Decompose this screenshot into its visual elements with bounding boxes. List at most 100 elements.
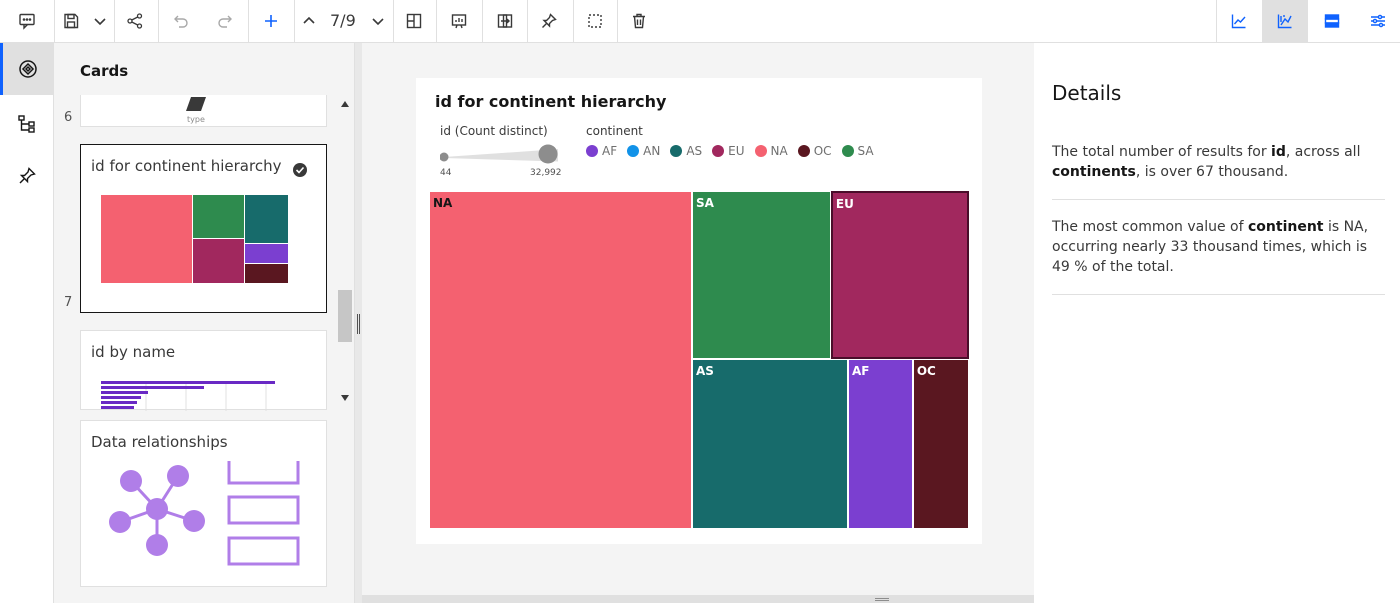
canvas-bottom-bar[interactable] bbox=[362, 595, 1034, 603]
data-table-icon[interactable] bbox=[1309, 0, 1355, 42]
insight-field: continent bbox=[1248, 219, 1324, 235]
legend-item-eu[interactable]: EU bbox=[712, 144, 745, 158]
treemap-tile-oc[interactable]: OC bbox=[912, 358, 969, 529]
visualization-title: id for continent hierarchy bbox=[435, 92, 667, 111]
legend-item-an[interactable]: AN bbox=[627, 144, 660, 158]
card-title: Data relationships bbox=[91, 433, 228, 451]
cards-scrollbar[interactable] bbox=[338, 97, 352, 407]
treemap-tile-label: EU bbox=[835, 197, 854, 211]
treemap-tile-label: OC bbox=[916, 363, 936, 378]
insight-text: The total number of results for bbox=[1052, 144, 1272, 160]
share-icon[interactable] bbox=[120, 0, 150, 42]
layout-icon[interactable] bbox=[400, 0, 428, 42]
details-divider bbox=[1052, 294, 1385, 295]
toolbar: 7/9 bbox=[0, 0, 1400, 43]
legend-dot bbox=[586, 145, 598, 157]
legend-dot bbox=[712, 145, 725, 157]
comment-icon[interactable] bbox=[14, 0, 40, 42]
bottom-grip-icon[interactable] bbox=[875, 598, 889, 601]
redo-icon[interactable] bbox=[212, 0, 238, 42]
presentation-chart-icon[interactable] bbox=[444, 0, 474, 42]
insight-total: The total number of results for id, acro… bbox=[1052, 142, 1385, 182]
card-type[interactable]: type bbox=[80, 95, 327, 127]
undo-icon[interactable] bbox=[168, 0, 194, 42]
card-id-by-name[interactable]: id by name bbox=[80, 330, 327, 411]
save-icon[interactable] bbox=[58, 0, 84, 42]
legend-item-oc[interactable]: OC bbox=[797, 144, 832, 158]
card-page-indicator: 7/9 bbox=[330, 11, 356, 30]
insight-field: id bbox=[1271, 144, 1286, 160]
size-legend-min: 44 bbox=[440, 168, 452, 178]
treemap-chart: NA SA EU AS AF OC bbox=[429, 191, 969, 529]
legend-label: SA bbox=[857, 144, 874, 158]
size-legend-scale bbox=[440, 144, 558, 164]
treemap-tile-na[interactable]: NA bbox=[429, 191, 692, 529]
card-continent-hierarchy[interactable]: id for continent hierarchy bbox=[80, 144, 327, 313]
card-data-relationships[interactable]: Data relationships bbox=[80, 420, 327, 587]
treemap-tile-sa[interactable]: SA bbox=[691, 191, 831, 359]
next-card-chevron-icon[interactable] bbox=[367, 0, 389, 42]
treemap-tile-label: AS bbox=[695, 363, 714, 378]
insight-text: , across all bbox=[1285, 144, 1361, 160]
legend-label: EU bbox=[728, 144, 745, 158]
treemap-tile-eu[interactable]: EU bbox=[830, 191, 969, 359]
rail-pin-icon[interactable] bbox=[0, 150, 53, 202]
parallelogram-icon bbox=[186, 97, 206, 111]
treemap-tile-label: AF bbox=[851, 363, 870, 378]
replace-icon[interactable] bbox=[490, 0, 520, 42]
legend-item-sa[interactable]: SA bbox=[841, 144, 874, 158]
selected-check-icon bbox=[293, 163, 307, 177]
relationships-diagram-icon bbox=[109, 461, 300, 566]
line-chart-icon[interactable] bbox=[1217, 0, 1261, 42]
cards-list: 6 type 7 id for continent hierarchy id b… bbox=[54, 95, 336, 455]
scrollbar-thumb[interactable] bbox=[338, 290, 352, 342]
size-legend-max: 32,992 bbox=[530, 168, 562, 178]
scroll-up-arrow-icon[interactable] bbox=[341, 101, 349, 107]
details-panel: Details The total number of results for … bbox=[1035, 43, 1400, 603]
legend-dot bbox=[627, 145, 640, 157]
select-area-icon[interactable] bbox=[581, 0, 609, 42]
pin-icon[interactable] bbox=[535, 0, 563, 42]
legend-dot bbox=[841, 145, 854, 157]
legend-dot bbox=[670, 145, 683, 157]
insight-text: The most common value of bbox=[1052, 219, 1248, 235]
rail-insights-icon[interactable] bbox=[0, 43, 53, 95]
card-number: 7 bbox=[64, 295, 73, 310]
color-legend-label: continent bbox=[586, 124, 643, 138]
chart-properties-icon[interactable] bbox=[1262, 0, 1308, 42]
card-treemap-thumbnail bbox=[101, 195, 288, 283]
previous-card-chevron-icon[interactable] bbox=[298, 0, 320, 42]
settings-sliders-icon[interactable] bbox=[1356, 0, 1400, 42]
insight-most-common: The most common value of continent is NA… bbox=[1052, 217, 1385, 277]
card-caption: type bbox=[187, 115, 205, 124]
legend-label: AS bbox=[686, 144, 703, 158]
insight-text: , is over 67 thousand. bbox=[1135, 164, 1289, 180]
legend-label: OC bbox=[813, 144, 832, 158]
legend-dot bbox=[797, 145, 810, 157]
cards-panel: Cards 6 type 7 id for continent hierarch… bbox=[54, 43, 355, 603]
scroll-down-arrow-icon[interactable] bbox=[341, 395, 349, 401]
size-legend-label: id (Count distinct) bbox=[440, 124, 548, 138]
save-menu-chevron-icon[interactable] bbox=[88, 0, 112, 42]
legend-label: AN bbox=[643, 144, 661, 158]
legend-dot bbox=[754, 145, 767, 157]
left-rail bbox=[0, 43, 54, 603]
legend-item-af[interactable]: AF bbox=[586, 144, 617, 158]
splitter-grip-icon[interactable] bbox=[357, 314, 360, 334]
treemap-tile-af[interactable]: AF bbox=[847, 358, 913, 529]
treemap-tile-label: SA bbox=[695, 196, 714, 210]
delete-icon[interactable] bbox=[625, 0, 653, 42]
treemap-tile-as[interactable]: AS bbox=[691, 358, 848, 529]
legend-label: NA bbox=[770, 144, 788, 158]
details-title: Details bbox=[1052, 81, 1122, 105]
rail-hierarchy-icon[interactable] bbox=[0, 98, 53, 150]
treemap-tile-label: NA bbox=[433, 196, 453, 210]
insight-field: continents bbox=[1052, 164, 1136, 180]
cards-panel-title: Cards bbox=[80, 62, 129, 80]
legend-label: AF bbox=[602, 144, 618, 158]
legend-item-as[interactable]: AS bbox=[670, 144, 702, 158]
add-icon[interactable] bbox=[258, 0, 284, 42]
legend-item-na[interactable]: NA bbox=[754, 144, 788, 158]
color-legend: AF AN AS EU NA OC SA bbox=[586, 144, 874, 158]
card-bar-thumbnail bbox=[101, 381, 275, 411]
